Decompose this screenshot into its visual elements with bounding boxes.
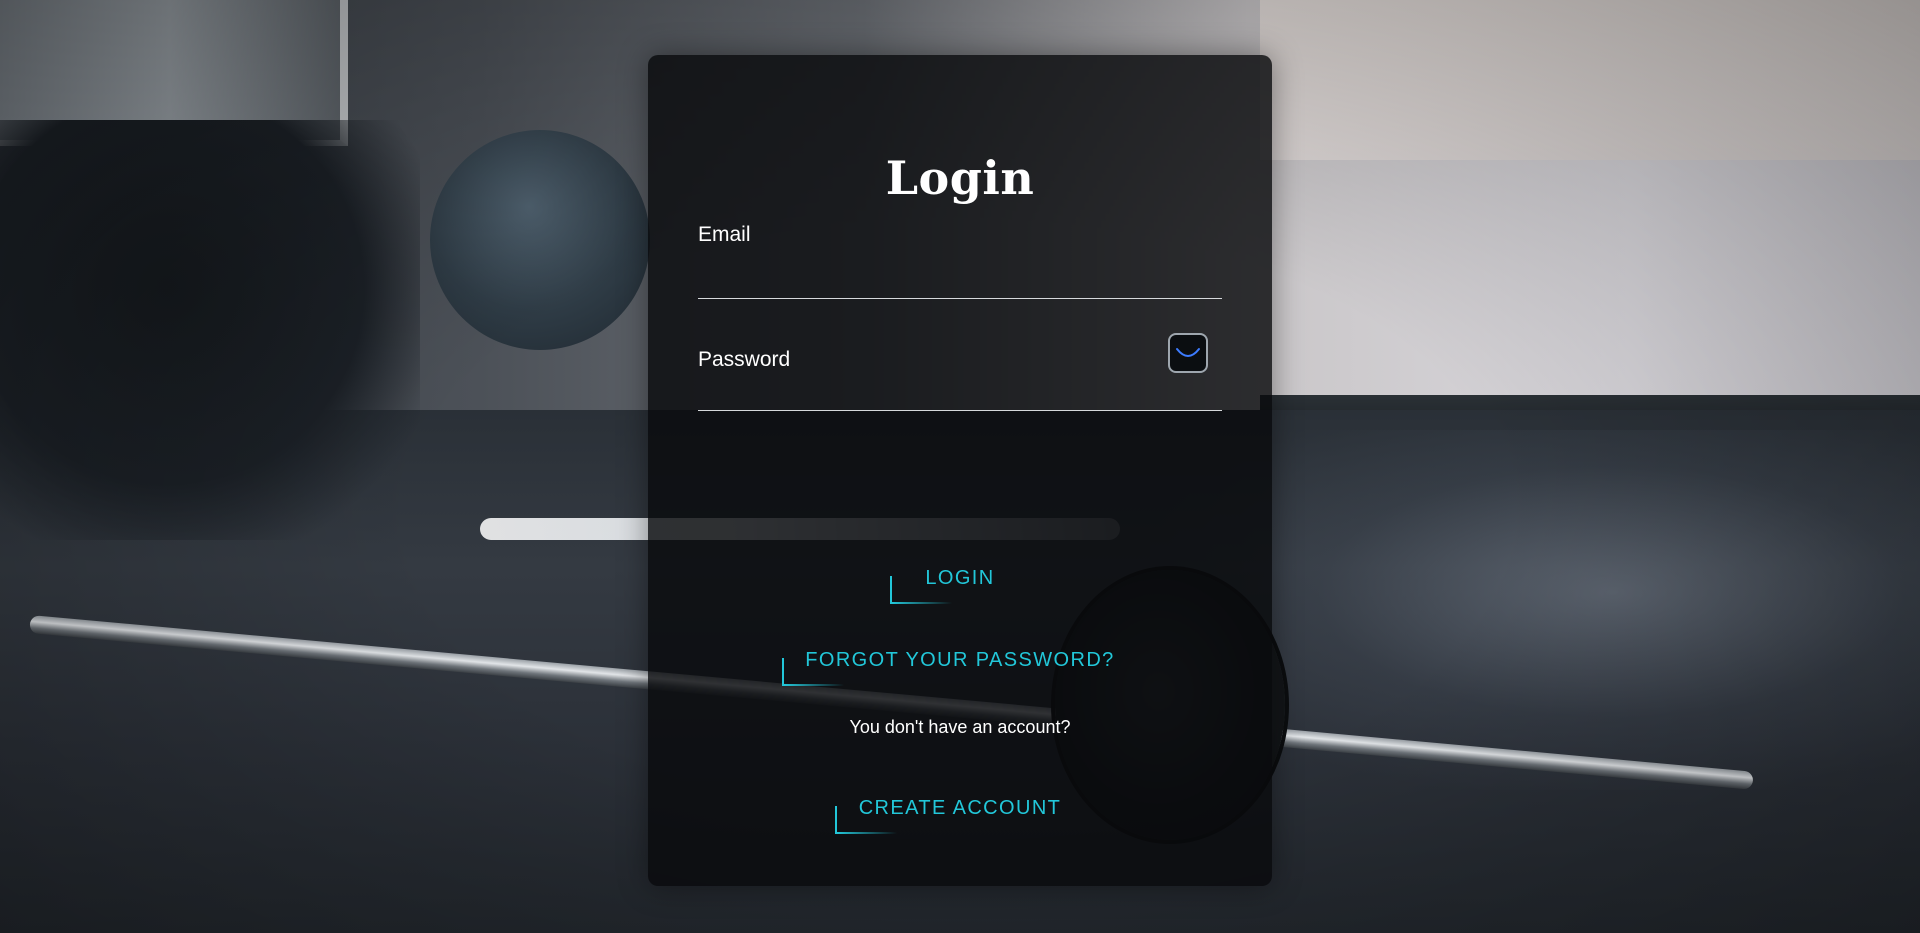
create-account-button[interactable]: CREATE ACCOUNT <box>648 797 1272 820</box>
forgot-password-link[interactable]: FORGOT YOUR PASSWORD? <box>648 649 1272 672</box>
login-button[interactable]: LOGIN <box>648 567 1272 590</box>
eye-closed-icon <box>1176 348 1200 357</box>
email-label: Email <box>698 223 751 246</box>
page-title: Login <box>885 151 1035 205</box>
login-card: Login Email Password LOGIN FORGOT YOUR P… <box>648 55 1272 886</box>
no-account-text: You don't have an account? <box>849 717 1071 737</box>
password-field[interactable] <box>698 365 1222 411</box>
password-visibility-toggle[interactable] <box>1168 333 1208 373</box>
email-field[interactable] <box>698 260 1222 299</box>
